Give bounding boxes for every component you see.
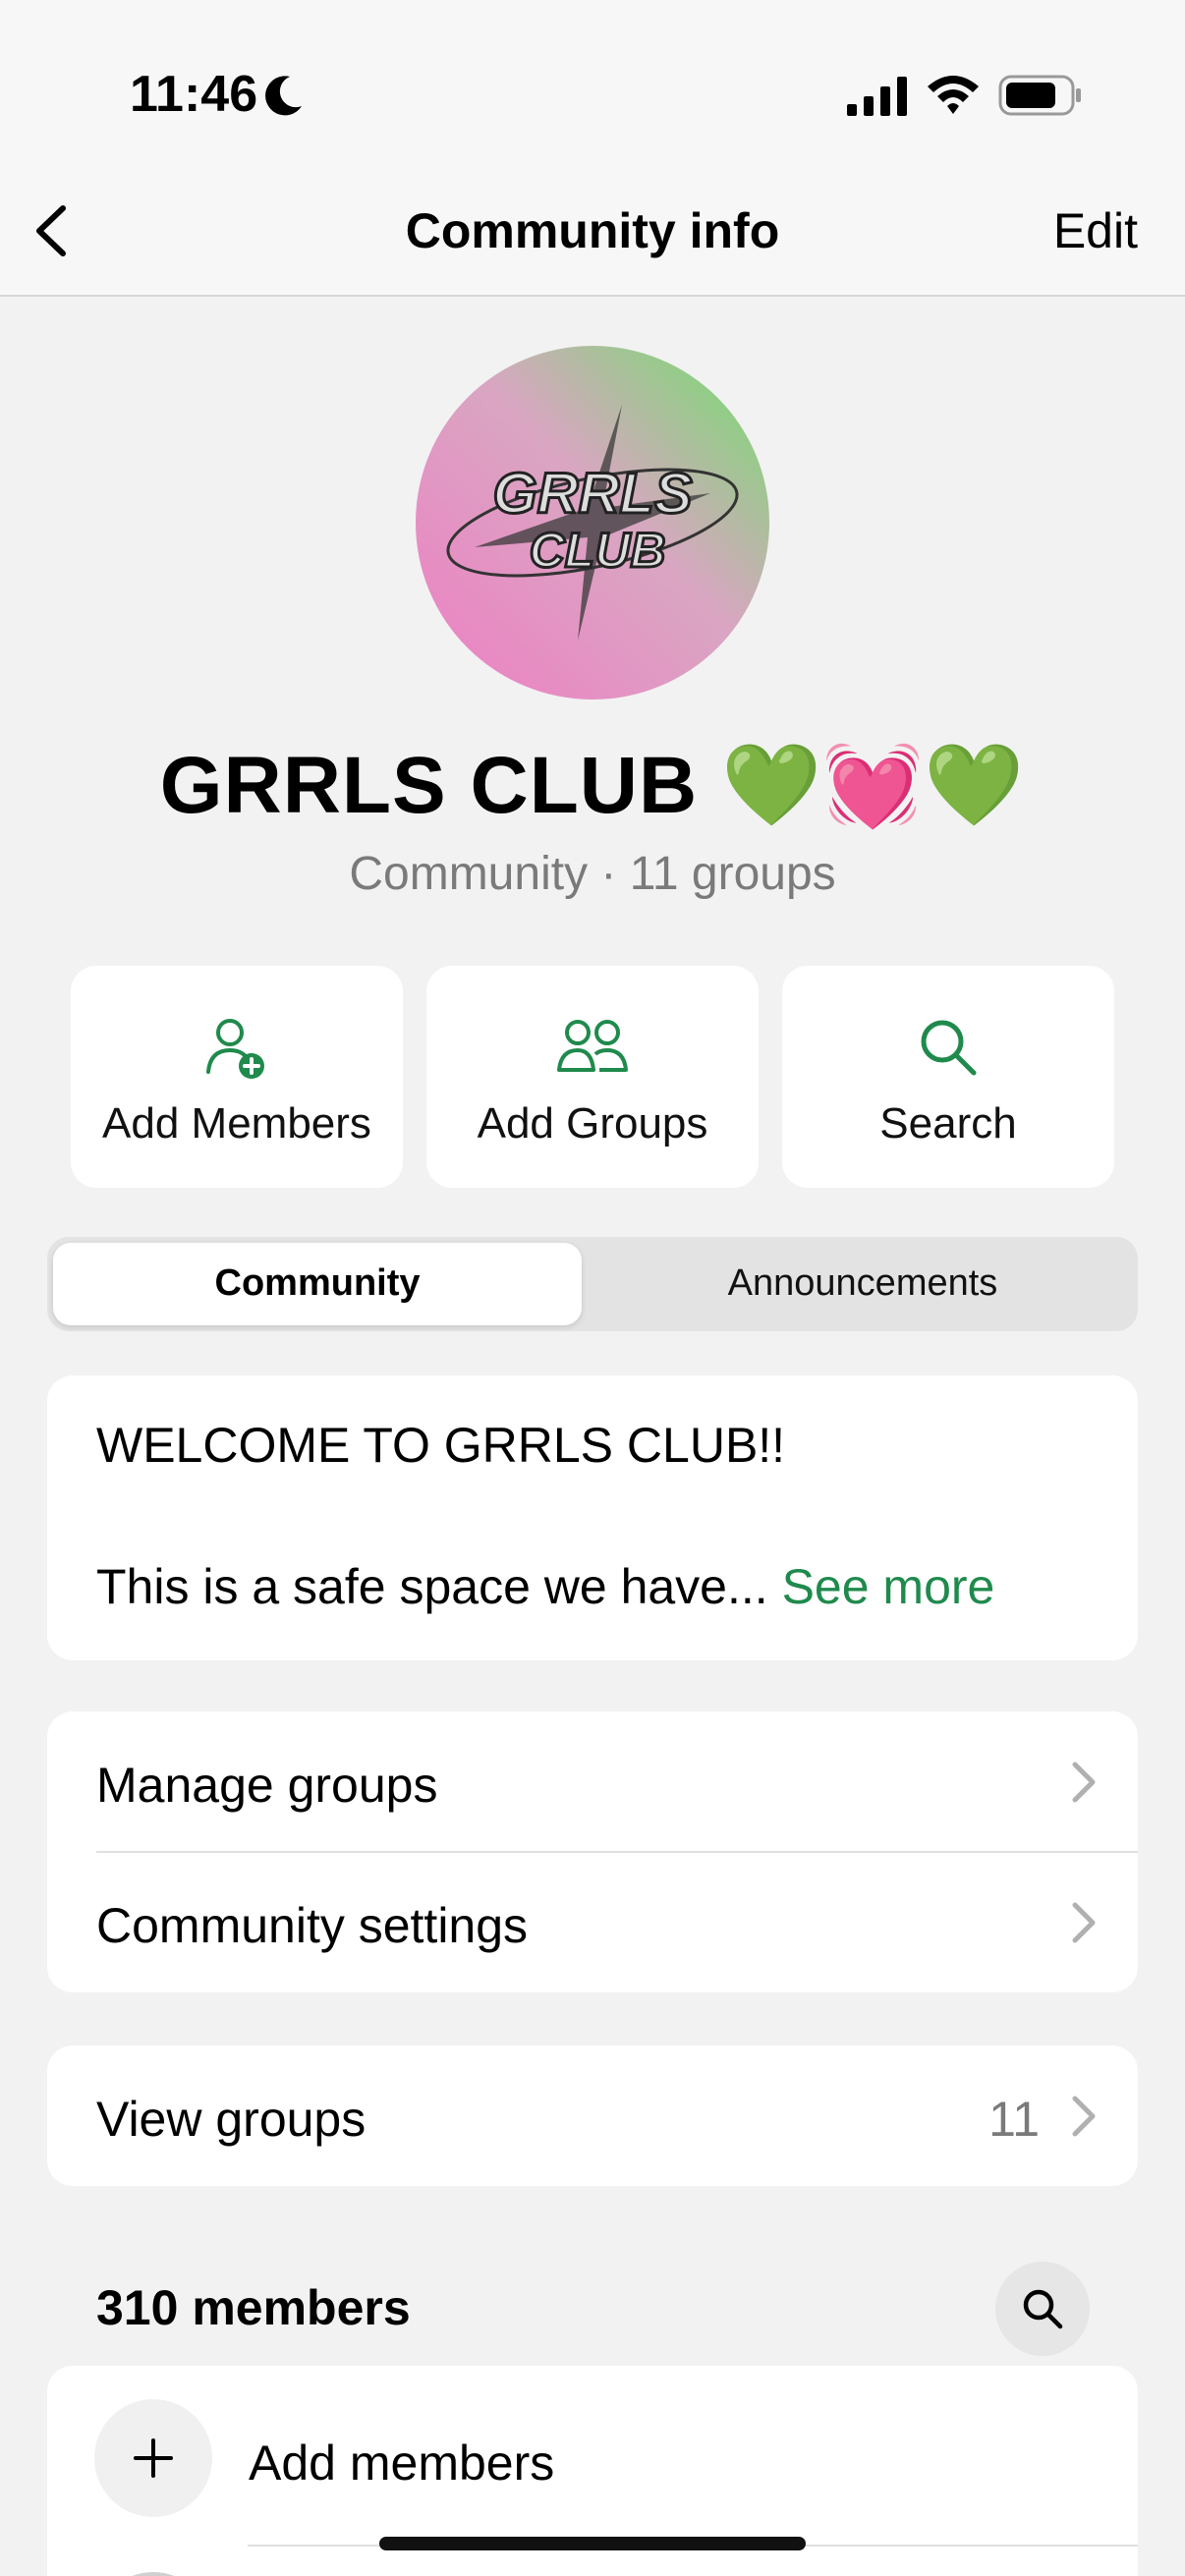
groups-count: 11	[988, 2092, 1040, 2147]
search-label: Search	[879, 1099, 1017, 1148]
settings-list: Manage groups Community settings	[47, 1711, 1138, 1992]
logo-text-line2: CLUB	[530, 523, 666, 578]
page-title: Community info	[405, 203, 780, 258]
nav-bar: Community info Edit	[0, 167, 1185, 297]
add-person-icon	[206, 1019, 264, 1079]
tab-bar: Community Announcements	[47, 1237, 1138, 1331]
plus-icon	[134, 2438, 173, 2478]
add-members-row-label: Add members	[249, 2436, 555, 2491]
add-groups-button[interactable]: Add Groups	[426, 966, 759, 1188]
status-bar: 11:46	[0, 0, 1185, 167]
chevron-right-icon	[1072, 2096, 1096, 2137]
group-icon	[557, 1020, 628, 1072]
description-heading: WELCOME TO GRRLS CLUB!!	[96, 1418, 786, 1473]
community-avatar[interactable]: GRRLS CLUB	[416, 346, 769, 700]
signal-icon	[847, 77, 907, 116]
moon-icon	[265, 76, 302, 116]
status-time: 11:46	[130, 66, 258, 123]
description-text: This is a safe space we have... See more	[96, 1558, 994, 1615]
search-button[interactable]: Search	[782, 966, 1114, 1188]
see-more-link[interactable]: See more	[782, 1559, 995, 1614]
community-settings-row[interactable]: Community settings	[47, 1852, 1138, 1992]
add-members-button[interactable]: Add Members	[71, 966, 403, 1188]
community-name: GRRLS CLUB 💚💓💚	[159, 741, 1026, 830]
chevron-right-icon	[1072, 1902, 1096, 1943]
battery-icon	[998, 75, 1081, 116]
description-card: WELCOME TO GRRLS CLUB!! This is a safe s…	[47, 1375, 1138, 1660]
members-count-title: 310 members	[96, 2280, 411, 2335]
manage-groups-row[interactable]: Manage groups	[47, 1711, 1138, 1852]
edit-button[interactable]: Edit	[1053, 202, 1138, 259]
add-groups-label: Add Groups	[477, 1099, 708, 1148]
view-groups-card: View groups 11	[47, 2045, 1138, 2186]
add-members-label: Add Members	[102, 1099, 371, 1148]
community-logo: GRRLS CLUB	[416, 346, 769, 700]
tab-community-label: Community	[214, 1262, 421, 1304]
view-groups-label: View groups	[96, 2092, 367, 2147]
chevron-right-icon	[1072, 1762, 1096, 1803]
tab-announcements[interactable]: Announcements	[597, 1262, 1128, 1305]
community-subtitle: Community · 11 groups	[349, 848, 836, 900]
manage-groups-label: Manage groups	[96, 1758, 438, 1813]
add-members-circle[interactable]	[94, 2399, 212, 2517]
members-search-button[interactable]	[995, 2262, 1090, 2356]
wifi-icon	[928, 76, 979, 114]
view-groups-row[interactable]: View groups 11	[47, 2045, 1138, 2186]
description-snippet: This is a safe space we have...	[96, 1559, 768, 1614]
search-icon	[921, 1020, 977, 1076]
avatar[interactable]	[94, 2572, 212, 2576]
community-settings-label: Community settings	[96, 1898, 529, 1953]
home-indicator[interactable]	[379, 2537, 806, 2550]
logo-text-line1: GRRLS	[493, 462, 693, 526]
search-icon	[1023, 2289, 1063, 2329]
